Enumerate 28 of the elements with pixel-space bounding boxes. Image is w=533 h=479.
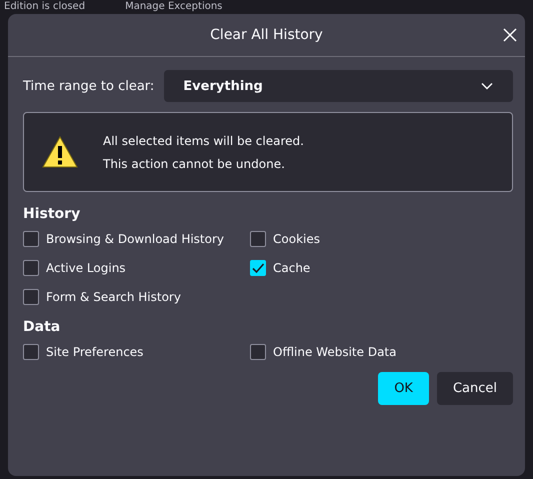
checkbox-option[interactable]: Browsing & Download History xyxy=(23,231,250,247)
checkbox-option[interactable]: Cache xyxy=(250,260,513,276)
checkbox[interactable] xyxy=(250,231,266,247)
checkbox[interactable] xyxy=(250,260,266,276)
time-range-label: Time range to clear: xyxy=(23,78,154,94)
section-heading: Data xyxy=(23,319,62,335)
dialog-button[interactable]: OK xyxy=(378,372,429,405)
close-icon[interactable] xyxy=(503,28,517,42)
background-text: Edition is closed xyxy=(4,0,86,14)
time-range-dropdown[interactable]: Everything xyxy=(164,70,513,102)
dialog-button[interactable]: Cancel xyxy=(436,372,513,405)
checkbox[interactable] xyxy=(250,344,266,360)
chevron-down-icon xyxy=(481,82,493,90)
checkbox-option[interactable]: Cookies xyxy=(250,231,513,247)
checkbox[interactable] xyxy=(23,231,39,247)
warning-text: This action cannot be undone. xyxy=(103,156,286,170)
warning-icon xyxy=(42,136,78,168)
section-heading: History xyxy=(23,206,82,222)
warning-text: All selected items will be cleared. xyxy=(103,134,304,148)
background-text: Manage Exceptions xyxy=(125,0,222,14)
checkbox[interactable] xyxy=(23,260,39,276)
checkbox[interactable] xyxy=(23,344,39,360)
dialog-title: Clear All History xyxy=(210,27,323,43)
checkbox-option[interactable]: Offline Website Data xyxy=(250,344,513,360)
checkbox-option[interactable]: Site Preferences xyxy=(23,344,250,360)
checkbox-option[interactable]: Active Logins xyxy=(23,260,250,276)
checkbox-option[interactable]: Form & Search History xyxy=(23,289,250,305)
checkbox[interactable] xyxy=(23,289,39,305)
